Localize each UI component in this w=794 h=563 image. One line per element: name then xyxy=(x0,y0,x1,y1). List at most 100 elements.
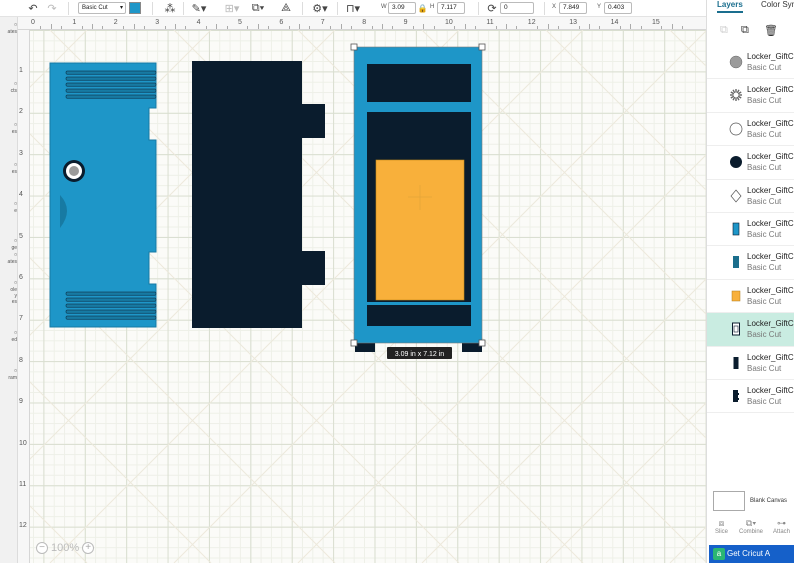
selection-handle[interactable] xyxy=(350,43,358,51)
lock-icon[interactable]: 🔒 xyxy=(418,1,428,16)
promo-banner[interactable]: a Get Cricut A xyxy=(709,545,794,563)
layer-row[interactable]: Locker_GiftCardBasic Cut xyxy=(707,146,794,180)
flip-icon[interactable]: ⟁ xyxy=(279,1,293,16)
zoom-in-button[interactable]: + xyxy=(82,542,95,554)
nav-label: ates xyxy=(7,29,17,35)
attach-button[interactable]: ⊶ Attach xyxy=(773,518,790,535)
combine-button[interactable]: ⧉▾ Combine xyxy=(739,518,763,535)
layer-row[interactable]: Locker_GiftCardBasic Cut xyxy=(707,313,794,347)
ruler-minor-tick xyxy=(464,24,466,29)
nav-item-templates[interactable]: ▫ ates xyxy=(0,251,17,266)
layer-operation: Basic Cut xyxy=(747,163,782,173)
layer-row[interactable]: Locker_GiftCardBasic Cut xyxy=(707,280,794,314)
ruler-minor-tick xyxy=(268,26,270,29)
nav-item-monogram[interactable]: ▫ ole y es xyxy=(0,279,17,306)
ruler-tick-label: 1 xyxy=(72,19,77,26)
ruler-minor-tick xyxy=(557,26,559,29)
y-position-input[interactable]: 0.403 xyxy=(604,2,632,14)
layer-row[interactable]: Locker_GiftCardBasic Cut xyxy=(707,46,794,80)
zoom-control: − 100% + xyxy=(36,542,95,554)
zoom-out-button[interactable]: − xyxy=(36,542,48,554)
nav-label: e xyxy=(14,208,17,214)
selection-handle[interactable] xyxy=(350,339,358,347)
nav-item-projects[interactable]: ▫ cts xyxy=(0,80,17,95)
x-position-input[interactable]: 7.849 xyxy=(559,2,587,14)
nav-icon: ▫ xyxy=(14,366,17,375)
ruler-minor-tick xyxy=(92,24,94,29)
color-swatch[interactable] xyxy=(129,2,141,14)
layer-name: Locker_GiftCard xyxy=(747,285,794,295)
layer-thumbnail xyxy=(729,155,743,169)
selection-handle[interactable] xyxy=(478,43,486,51)
layer-row[interactable]: Locker_GiftCardBasic Cut xyxy=(707,246,794,280)
locker-door-blue[interactable] xyxy=(49,62,157,328)
layer-thumbnail xyxy=(729,222,743,236)
ruler-minor-tick xyxy=(630,24,632,29)
ruler-tick-label: 2 xyxy=(113,19,118,26)
size-icon[interactable]: ⊓▾ xyxy=(343,1,363,16)
canvas-artwork: 3.09 in x 7.12 in xyxy=(30,30,706,563)
vent-slot xyxy=(65,315,157,320)
locker-back-navy[interactable] xyxy=(192,61,325,328)
layer-thumbnail xyxy=(729,122,743,136)
tab-layers[interactable]: Layers xyxy=(717,0,743,13)
nav-item-new[interactable]: ▫ ates xyxy=(0,21,17,36)
layer-row[interactable]: Locker_GiftCardBasic Cut xyxy=(707,113,794,147)
vent-slot xyxy=(65,297,157,302)
ruler-tick-label: 9 xyxy=(19,398,23,406)
layer-attributes-icon[interactable]: ⁂ xyxy=(163,1,177,16)
ruler-tick-label: 12 xyxy=(527,19,536,26)
group-icon[interactable]: ⧉ xyxy=(720,24,728,37)
height-input[interactable]: 7.117 xyxy=(437,2,465,14)
selection-handle[interactable] xyxy=(478,339,486,347)
nav-icon: ▫ xyxy=(14,328,17,337)
layer-operation: Basic Cut xyxy=(747,96,782,106)
locker-frame-selected[interactable] xyxy=(350,43,486,352)
layer-name: Locker_GiftCard xyxy=(747,252,794,262)
arrange-icon[interactable]: ⧉▾ xyxy=(249,1,267,16)
delete-icon[interactable]: 🗑 xyxy=(764,24,778,37)
redo-icon[interactable]: ↷ xyxy=(46,1,58,16)
nav-item-phrases[interactable]: ▫ ed xyxy=(0,328,17,344)
nav-item-text[interactable]: ▫ e xyxy=(0,200,17,215)
slice-label: Slice xyxy=(715,529,729,535)
operation-select[interactable]: Basic Cut ▾ xyxy=(78,2,126,14)
vent-slot xyxy=(65,94,157,99)
nav-item-program[interactable]: ▫ ram xyxy=(0,366,17,382)
design-canvas[interactable]: 3.09 in x 7.12 in xyxy=(30,30,706,563)
slice-button[interactable]: ⧈ Slice xyxy=(715,518,728,535)
rotate-input[interactable]: 0 xyxy=(500,2,534,14)
ruler-tick-label: 4 xyxy=(196,19,201,26)
layer-name: Locker_GiftCard xyxy=(747,152,794,162)
duplicate-icon[interactable]: ⧉ xyxy=(741,24,749,37)
pen-tool-icon[interactable]: ✎▾ xyxy=(190,1,208,16)
nav-item-images[interactable]: ▫ es xyxy=(0,121,17,136)
offset-icon[interactable]: ⚙▾ xyxy=(310,1,330,16)
layer-row[interactable]: Locker_GiftCardBasic Cut xyxy=(707,180,794,213)
layer-row[interactable]: Locker_GiftCardBasic Cut xyxy=(707,79,794,113)
ruler-tick-label: 4 xyxy=(19,191,23,199)
tab-color-sync[interactable]: Color Sync xyxy=(761,0,794,9)
layer-row[interactable]: Locker_GiftCardBasic Cut xyxy=(707,213,794,247)
bottom-tools: ⧈ Slice ⧉▾ Combine ⊶ Attach xyxy=(707,518,794,542)
ruler-minor-tick xyxy=(537,26,539,29)
ruler-minor-tick xyxy=(578,26,580,29)
nav-item-upload[interactable]: ▫ ge xyxy=(0,237,17,252)
undo-icon[interactable]: ↶ xyxy=(27,1,39,16)
ruler-minor-tick xyxy=(123,26,125,29)
layer-operation: Basic Cut xyxy=(747,363,782,373)
layer-operation: Basic Cut xyxy=(747,263,782,273)
layer-operation: Basic Cut xyxy=(747,296,782,306)
ruler-minor-tick xyxy=(81,26,83,29)
width-input[interactable]: 3.09 xyxy=(388,2,416,14)
ruler-minor-tick xyxy=(330,26,332,29)
layer-row[interactable]: Locker_GiftCardBasic Cut xyxy=(707,347,794,380)
ruler-tick-label: 13 xyxy=(569,19,577,26)
nav-item-shapes[interactable]: ▫ es xyxy=(0,161,17,176)
layer-row[interactable]: Locker_GiftCardBasic Cut xyxy=(707,380,794,414)
x-label: X xyxy=(552,4,557,10)
align-icon[interactable]: ⊞▾ xyxy=(223,1,241,16)
lock-dial xyxy=(69,166,79,176)
blank-canvas-thumb[interactable] xyxy=(713,491,745,511)
ruler-tick-label: 3 xyxy=(19,149,23,157)
